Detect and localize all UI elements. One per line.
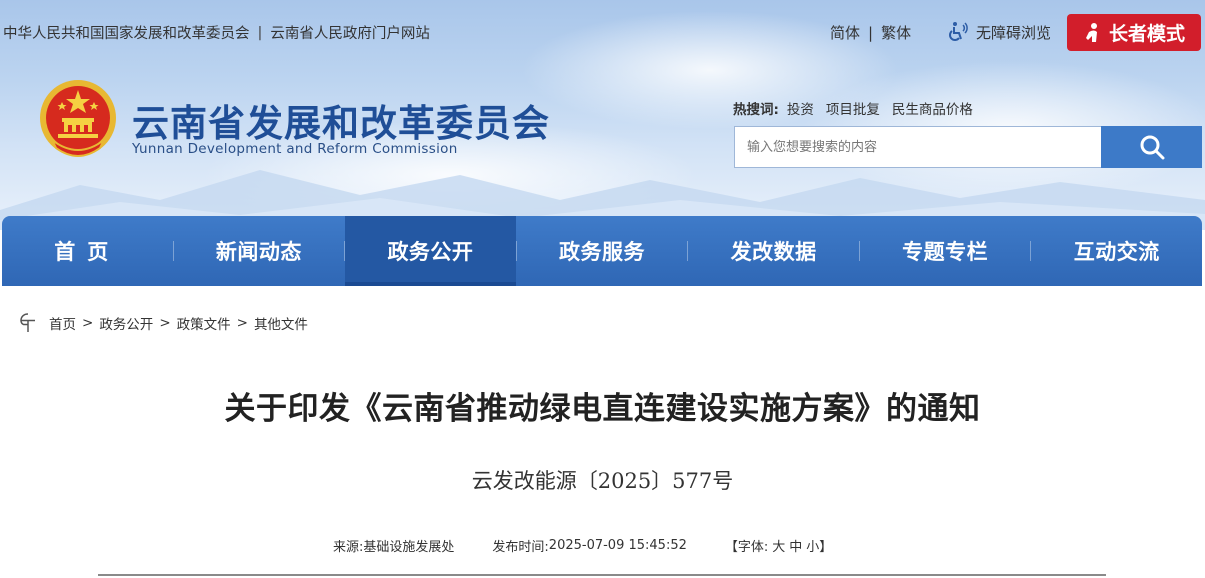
font-size-medium[interactable]: 中 — [789, 536, 802, 555]
main-nav: 首页 新闻动态 政务公开 政务服务 发改数据 专题专栏 互动交流 — [2, 216, 1202, 286]
location-pin-icon — [20, 313, 35, 332]
national-emblem-logo — [38, 78, 118, 168]
hot-keyword-commodity-prices[interactable]: 民生商品价格 — [892, 98, 973, 118]
accessibility-label: 无障碍浏览 — [976, 23, 1052, 42]
accessibility-link[interactable]: 无障碍浏览 — [946, 20, 1051, 44]
breadcrumb-government-affairs[interactable]: 政务公开 — [99, 313, 153, 333]
nav-government-services[interactable]: 政务服务 — [517, 216, 688, 286]
lang-simplified[interactable]: 简体 — [830, 22, 860, 43]
publish-date-value: 2025-07-09 15:45:52 — [548, 538, 687, 553]
hot-search: 热搜词: 投资 项目批复 民生商品价格 — [733, 98, 985, 118]
font-size-large[interactable]: 大 — [772, 536, 785, 555]
search-input[interactable] — [734, 126, 1101, 168]
link-ndrc[interactable]: 中华人民共和国国家发展和改革委员会 — [3, 22, 250, 43]
hot-keyword-investment[interactable]: 投资 — [787, 98, 814, 118]
breadcrumb: 首页 > 政务公开 > 政策文件 > 其他文件 — [19, 313, 308, 333]
search-button[interactable] — [1101, 126, 1202, 168]
elder-person-icon — [1085, 22, 1097, 42]
breadcrumb-policy-documents[interactable]: 政策文件 — [177, 313, 231, 333]
search-bar — [734, 126, 1202, 168]
elder-mode-button[interactable]: 长者模式 — [1067, 14, 1201, 51]
nav-news[interactable]: 新闻动态 — [174, 216, 345, 286]
publish-date-label: 发布时间: — [492, 540, 549, 555]
site-subtitle: Yunnan Development and Reform Commission — [132, 141, 458, 157]
site-title: 云南省发展和改革委员会 — [132, 101, 550, 145]
source-value: 基础设施发展处 — [363, 540, 455, 555]
breadcrumb-home[interactable]: 首页 — [49, 313, 76, 333]
hot-keyword-project-approval[interactable]: 项目批复 — [826, 98, 880, 118]
breadcrumb-separator: > — [236, 315, 248, 331]
search-icon — [1140, 135, 1164, 160]
font-size-control: 【字体: 大 中 小】 — [725, 536, 836, 555]
elder-mode-label: 长者模式 — [1108, 23, 1185, 45]
wheelchair-icon — [949, 22, 968, 41]
link-yunnan-gov[interactable]: 云南省人民政府门户网站 — [270, 22, 430, 43]
top-links: 中华人民共和国国家发展和改革委员会 | 云南省人民政府门户网站 — [3, 22, 430, 43]
breadcrumb-separator: > — [82, 315, 94, 331]
article-meta: 来源: 基础设施发展处 发布时间: 2025-07-09 15:45:52 【字… — [333, 536, 836, 555]
hot-search-label: 热搜词: — [733, 102, 779, 118]
language-switch: 简体 | 繁体 — [830, 22, 911, 43]
document-number: 云发改能源〔2025〕577号 — [471, 469, 734, 493]
nav-home[interactable]: 首页 — [2, 216, 173, 286]
breadcrumb-separator: > — [159, 315, 171, 331]
top-links-separator: | — [257, 24, 263, 41]
nav-government-affairs-disclosure[interactable]: 政务公开 — [345, 216, 516, 286]
article-divider — [98, 574, 1106, 576]
site-header: 中华人民共和国国家发展和改革委员会 | 云南省人民政府门户网站 简体 | 繁体 … — [0, 0, 1205, 230]
nav-development-data[interactable]: 发改数据 — [688, 216, 859, 286]
source-label: 来源: — [333, 540, 364, 555]
lang-separator: | — [868, 23, 874, 42]
article-title: 关于印发《云南省推动绿电直连建设实施方案》的通知 — [224, 391, 981, 427]
font-size-small[interactable]: 小】 — [806, 536, 832, 555]
nav-special-topics[interactable]: 专题专栏 — [860, 216, 1031, 286]
nav-interaction[interactable]: 互动交流 — [1031, 216, 1202, 286]
lang-traditional[interactable]: 繁体 — [881, 22, 911, 43]
font-size-label: 【字体: — [724, 540, 769, 555]
breadcrumb-other-documents[interactable]: 其他文件 — [254, 313, 308, 333]
